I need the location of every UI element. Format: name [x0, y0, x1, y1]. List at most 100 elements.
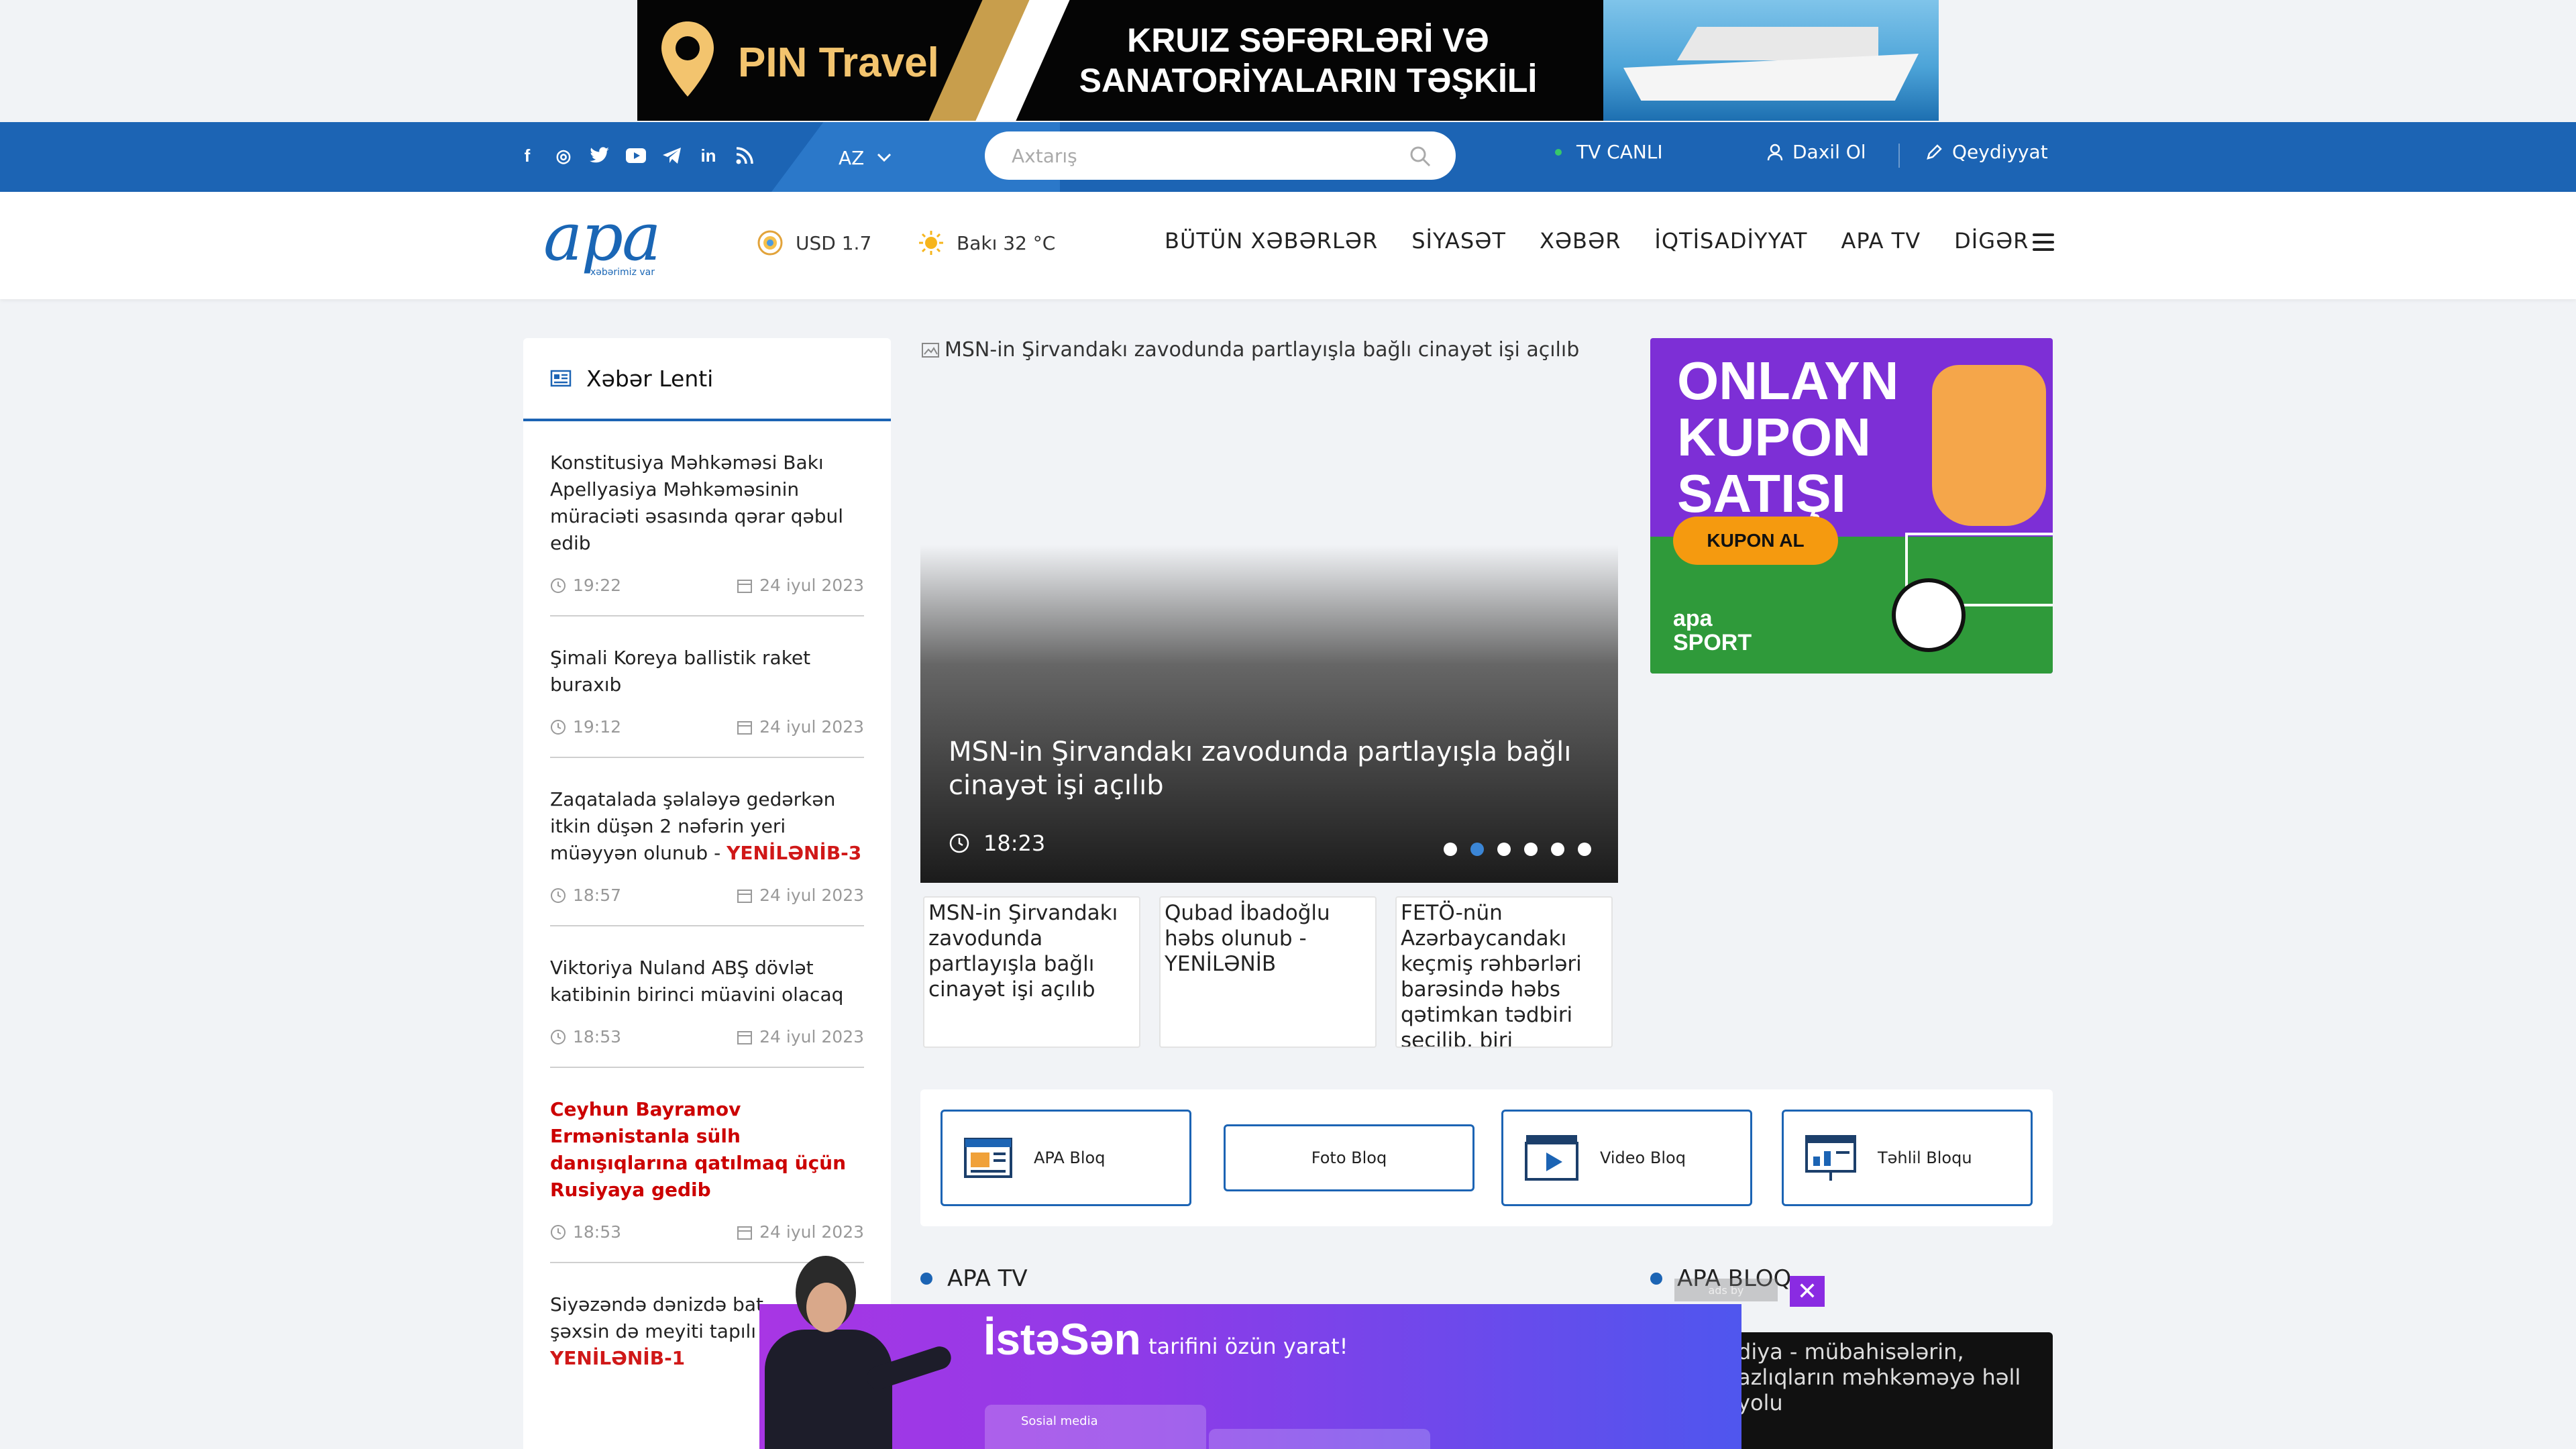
telegram-icon[interactable] [661, 144, 683, 168]
nav-other[interactable]: DİGƏR [1954, 228, 2029, 254]
clock-icon [551, 1029, 566, 1044]
sport-coupon-ad[interactable]: ONLAYN KUPON SATIŞI KUPON AL apa SPORT [1650, 338, 2053, 674]
coupon-button[interactable]: KUPON AL [1673, 517, 1838, 565]
login-label: Daxil Ol [1792, 141, 1866, 163]
slider-dot-active[interactable] [1470, 843, 1484, 856]
rss-icon[interactable] [734, 144, 755, 168]
slider-dots [1444, 843, 1591, 856]
pin-logo-icon [661, 21, 714, 97]
slider-dot[interactable] [1497, 843, 1511, 856]
nav-apa-tv[interactable]: APA TV [1841, 228, 1921, 254]
main-nav: BÜTÜN XƏBƏRLƏR SİYASƏT XƏBƏR İQTİSADİYYA… [1165, 228, 2029, 254]
updated-badge: YENİLƏNİB-3 [727, 842, 862, 864]
broken-image-icon [922, 342, 939, 358]
calendar-icon [737, 1030, 753, 1044]
clock-icon [551, 578, 566, 593]
slider-dot[interactable] [1444, 843, 1457, 856]
language-label: AZ [839, 146, 865, 169]
calendar-icon [737, 889, 753, 903]
feed-item-date: 24 iyul 2023 [759, 1222, 864, 1242]
feed-item-title: Zaqatalada şəlaləyə gedərkən itkin düşən… [550, 788, 862, 864]
register-link[interactable]: Qeydiyyat [1925, 141, 2048, 163]
facebook-icon[interactable]: f [517, 144, 538, 168]
close-icon[interactable]: ✕ [1790, 1276, 1825, 1307]
feed-item[interactable]: Konstitusiya Məhkəməsi Bakı Apellyasiya … [550, 421, 864, 616]
login-link[interactable]: Daxil Ol [1767, 141, 1866, 163]
feed-item-title: Şimali Koreya ballistik raket buraxıb [550, 647, 811, 696]
feed-item-time: 19:22 [573, 576, 622, 595]
ad-headline: ONLAYN KUPON SATIŞI [1677, 351, 1899, 523]
clock-icon [949, 833, 969, 853]
menu-icon[interactable] [2033, 233, 2054, 251]
slider-dot[interactable] [1551, 843, 1564, 856]
linkedin-icon[interactable]: in [698, 144, 719, 168]
clock-icon [551, 719, 566, 735]
bullet-icon [1650, 1273, 1662, 1285]
clock-icon [551, 888, 566, 903]
apa-blog-button[interactable]: APA Bloq [941, 1110, 1191, 1206]
popup-card [1209, 1429, 1430, 1449]
nav-news[interactable]: XƏBƏR [1540, 228, 1621, 254]
search-icon[interactable] [1409, 145, 1432, 168]
feed-item-date: 24 iyul 2023 [759, 576, 864, 595]
nav-all-news[interactable]: BÜTÜN XƏBƏRLƏR [1165, 228, 1378, 254]
weather-label: Bakı 32 °C [957, 231, 1056, 254]
feed-item-title: Konstitusiya Məhkəməsi Bakı Apellyasiya … [550, 451, 844, 554]
feed-item[interactable]: Ceyhun Bayramov Ermənistanla sülh danışı… [550, 1068, 864, 1263]
slider-image: MSN-in Şirvandakı zavodunda partlayışla … [920, 338, 1579, 362]
newspaper-icon [550, 370, 572, 387]
slider-caption[interactable]: MSN-in Şirvandakı zavodunda partlayışla … [949, 735, 1593, 802]
feed-item[interactable]: Şimali Koreya ballistik raket buraxıb 19… [550, 616, 864, 758]
pin-travel-banner[interactable]: PIN Travel KRUIZ SƏFƏRLƏRİ VƏ SANATORİYA… [637, 0, 1939, 121]
calendar-icon [737, 579, 753, 593]
tv-live-label: TV CANLI [1576, 141, 1663, 163]
feed-title: Xəbər Lenti [586, 365, 714, 392]
video-blog-button[interactable]: Video Bloq [1501, 1110, 1752, 1206]
pencil-icon [1927, 144, 1942, 160]
slider-dot[interactable] [1578, 843, 1591, 856]
slider-thumbnails: MSN-in Şirvandakı zavodunda partlayışla … [923, 896, 1613, 1048]
nav-politics[interactable]: SİYASƏT [1411, 228, 1506, 254]
social-links: f ◎ in [517, 144, 755, 168]
currency-widget: USD 1.7 [757, 229, 871, 256]
popup-model-image [751, 1249, 955, 1449]
nav-economy[interactable]: İQTİSADİYYAT [1654, 228, 1807, 254]
photo-blog-button[interactable]: Foto Bloq [1224, 1124, 1474, 1191]
twitter-icon[interactable] [589, 144, 610, 168]
feed-item-date: 24 iyul 2023 [759, 717, 864, 737]
calendar-icon [737, 720, 753, 735]
youtube-icon[interactable] [625, 144, 647, 168]
thumbnail[interactable]: FETÖ-nün Azərbaycandakı keçmiş rəhbərlər… [1395, 896, 1613, 1048]
main-slider[interactable]: MSN-in Şirvandakı zavodunda partlayışla … [920, 338, 1618, 883]
analysis-blog-button[interactable]: Təhlil Bloqu [1782, 1110, 2033, 1206]
thumbnail[interactable]: MSN-in Şirvandakı zavodunda partlayışla … [923, 896, 1140, 1048]
updated-badge: YENİLƏNİB-1 [550, 1347, 686, 1369]
banner-brand: PIN Travel [738, 40, 939, 86]
language-selector[interactable]: AZ [839, 141, 892, 174]
feed-item[interactable]: Zaqatalada şəlaləyə gedərkən itkin düşən… [550, 758, 864, 926]
feed-item[interactable]: Viktoriya Nuland ABŞ dövlət katibinin bi… [550, 926, 864, 1068]
register-label: Qeydiyyat [1952, 141, 2048, 163]
feed-item-date: 24 iyul 2023 [759, 1027, 864, 1046]
feed-item-title: Viktoriya Nuland ABŞ dövlət katibinin bi… [550, 957, 844, 1006]
football-icon [1892, 578, 1966, 652]
top-ad-area: PIN Travel KRUIZ SƏFƏRLƏRİ VƏ SANATORİYA… [0, 0, 2576, 122]
search-box [985, 131, 1456, 180]
clock-icon [551, 1224, 566, 1240]
slider-dot[interactable] [1524, 843, 1538, 856]
popup-brand: İstəSən [983, 1314, 1141, 1364]
cruise-ship-image [1603, 0, 1939, 121]
presentation-icon [1805, 1135, 1856, 1181]
thumbnail[interactable]: Qubad İbadoğlu həbs olunub - YENİLƏNİB [1159, 896, 1377, 1048]
instagram-icon[interactable]: ◎ [553, 144, 574, 168]
apa-sport-logo: apa SPORT [1673, 606, 1752, 655]
live-dot-icon [1555, 148, 1562, 156]
apa-logo[interactable]: apa xəbərimiz var [543, 205, 661, 278]
tv-live-link[interactable]: TV CANLI [1555, 141, 1663, 163]
feed-item-title: Ceyhun Bayramov Ermənistanla sülh danışı… [550, 1098, 847, 1201]
main-header: apa xəbərimiz var USD 1.7 Bakı 32 °C BÜT… [0, 192, 2576, 299]
weather-widget: Bakı 32 °C [918, 229, 1055, 256]
section-apa-tv[interactable]: APA TV [920, 1265, 1028, 1292]
search-input[interactable] [1012, 131, 1387, 180]
bullet-icon [920, 1273, 932, 1285]
